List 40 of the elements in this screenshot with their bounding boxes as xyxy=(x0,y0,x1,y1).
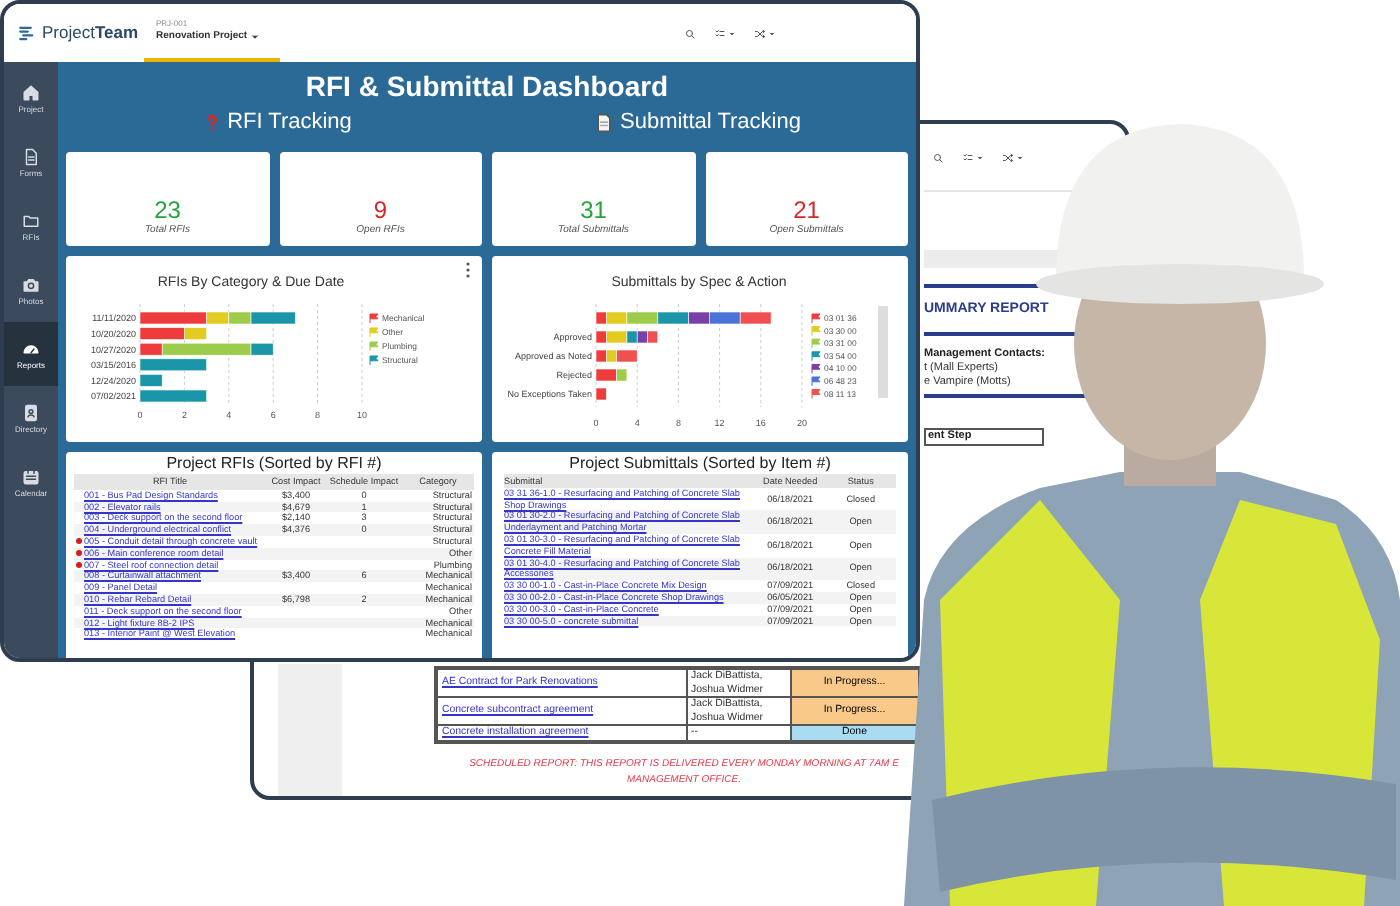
checklist-button[interactable] xyxy=(962,151,984,163)
checklist-button[interactable] xyxy=(714,27,736,39)
caret-icon xyxy=(728,29,736,37)
camera-icon xyxy=(22,275,40,293)
search-icon xyxy=(684,27,696,39)
folder-icon xyxy=(22,211,40,229)
logo-text: ProjectTeam xyxy=(42,20,139,46)
search-button[interactable] xyxy=(932,151,944,163)
caret-icon xyxy=(1016,153,1024,161)
document-icon xyxy=(22,147,40,165)
kpi-value: 9 xyxy=(373,196,388,224)
search-icon xyxy=(932,151,944,163)
dashboard-title: RFI & Submittal Dashboard xyxy=(303,68,671,106)
caret-icon xyxy=(976,153,984,161)
gauge-icon xyxy=(22,339,40,357)
logo-icon xyxy=(18,24,36,42)
caret-icon xyxy=(249,32,260,42)
document-icon xyxy=(594,111,614,134)
kpi-value: 21 xyxy=(793,196,820,224)
shuffle-button[interactable] xyxy=(1002,151,1024,163)
kpi-value: 23 xyxy=(154,196,181,224)
section-heading: Submittal Tracking xyxy=(620,108,801,138)
kpi-value: 31 xyxy=(580,196,607,224)
home-icon xyxy=(22,83,40,101)
scrollbar-track xyxy=(878,306,888,398)
bar-segment xyxy=(595,387,607,401)
shuffle-button[interactable] xyxy=(754,27,776,39)
search-button[interactable] xyxy=(684,27,696,39)
table-title: Project Submittals (Sorted by Item #) xyxy=(567,452,833,474)
sidebar-panel xyxy=(278,664,342,796)
contact-card-icon xyxy=(22,403,40,421)
calendar-icon xyxy=(22,467,40,485)
question-mark-icon xyxy=(201,111,222,134)
shuffle-icon xyxy=(1002,151,1014,163)
shuffle-icon xyxy=(754,27,766,39)
table-title: Project RFIs (Sorted by RFI #) xyxy=(164,452,384,474)
caret-icon xyxy=(768,29,776,37)
checklist-icon xyxy=(714,27,726,39)
section-heading: RFI Tracking xyxy=(227,108,352,138)
checklist-icon xyxy=(962,151,974,163)
